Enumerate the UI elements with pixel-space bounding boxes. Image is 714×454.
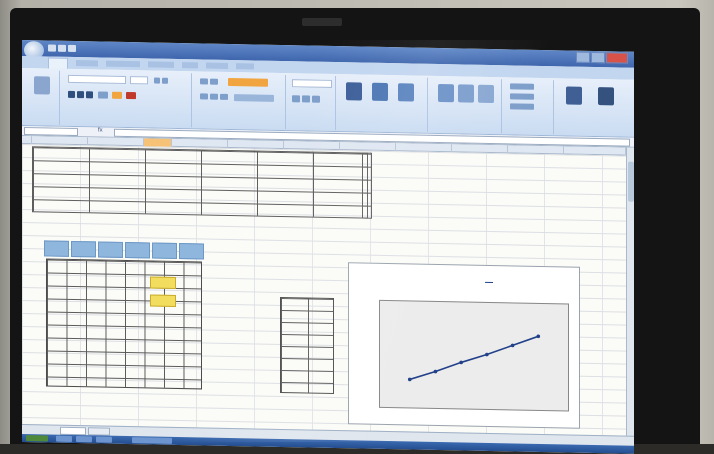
tab-data[interactable]	[182, 62, 198, 69]
tab-review[interactable]	[206, 62, 228, 69]
bold-icon[interactable]	[68, 90, 75, 99]
chart-object[interactable]	[348, 262, 580, 429]
close-button[interactable]	[606, 52, 628, 64]
cells-group-label	[430, 130, 501, 131]
font-group-label	[62, 123, 191, 125]
tab-formulas[interactable]	[148, 61, 174, 68]
maximize-button[interactable]	[591, 51, 605, 64]
editing-group-label	[556, 132, 630, 133]
align-top-icon[interactable]	[200, 78, 208, 85]
align-center-icon[interactable]	[210, 93, 218, 100]
shrink-font-icon[interactable]	[162, 77, 168, 84]
data-table-small	[280, 296, 334, 394]
styles-group-label	[338, 128, 427, 130]
grow-font-icon[interactable]	[154, 77, 160, 84]
header-cell	[98, 241, 123, 258]
format-as-table-icon[interactable]	[372, 82, 388, 102]
align-right-icon[interactable]	[220, 93, 228, 100]
font-name-select[interactable]	[68, 74, 126, 84]
header-cell	[152, 242, 177, 259]
find-select-icon[interactable]	[598, 87, 614, 106]
percent-icon[interactable]	[302, 95, 310, 103]
insert-cells-icon[interactable]	[438, 83, 454, 103]
tab-view[interactable]	[236, 63, 254, 70]
excel-window: fx	[22, 40, 634, 454]
highlighted-cell[interactable]	[150, 276, 176, 289]
bordered-table-top-edge	[362, 152, 372, 219]
legend-entry	[485, 280, 545, 287]
clipboard-group-label	[24, 122, 59, 123]
align-left-icon[interactable]	[200, 93, 208, 100]
borders-icon[interactable]	[98, 91, 108, 99]
plot-svg	[407, 334, 541, 382]
align-middle-icon[interactable]	[210, 78, 218, 85]
font-group	[62, 70, 192, 128]
clipboard-group	[24, 70, 60, 125]
highlighted-cell-2[interactable]	[150, 294, 176, 307]
header-cell	[125, 241, 150, 259]
editing-sum-group	[504, 79, 554, 135]
alignment-group-label	[194, 125, 285, 127]
bordered-table-top	[32, 146, 368, 219]
tab-home[interactable]	[48, 57, 68, 69]
header-cell	[44, 240, 69, 257]
window-controls	[576, 51, 628, 64]
redo-icon[interactable]	[68, 44, 76, 53]
data-table-main	[46, 258, 202, 390]
number-format-select[interactable]	[292, 79, 332, 88]
wrap-text-button[interactable]	[228, 77, 268, 87]
undo-icon[interactable]	[58, 44, 66, 52]
start-button[interactable]	[26, 435, 48, 442]
plot-area	[379, 299, 569, 412]
styles-group	[338, 76, 428, 132]
fx-icon[interactable]: fx	[98, 127, 110, 133]
paste-icon[interactable]	[34, 76, 50, 95]
editing-group	[556, 80, 630, 135]
photo-background: fx	[0, 0, 714, 454]
italic-icon[interactable]	[77, 91, 84, 99]
font-size-select[interactable]	[130, 76, 148, 85]
tab-page-layout[interactable]	[106, 60, 140, 68]
header-cell	[71, 240, 96, 258]
taskbar-item[interactable]	[76, 436, 92, 443]
scrollbar-thumb[interactable]	[628, 161, 634, 202]
header-band	[44, 240, 204, 260]
fill-color-icon[interactable]	[112, 91, 122, 99]
save-icon[interactable]	[48, 44, 56, 52]
minimize-button[interactable]	[576, 51, 590, 63]
legend-line-marker	[485, 282, 493, 284]
comma-icon[interactable]	[312, 95, 320, 103]
merge-center-button[interactable]	[234, 94, 274, 102]
clear-icon[interactable]	[510, 103, 534, 110]
header-cell	[179, 243, 204, 260]
select-all-corner[interactable]	[22, 136, 32, 145]
taskbar-item-excel[interactable]	[132, 437, 172, 444]
worksheet-grid[interactable]	[22, 144, 634, 436]
tab-insert[interactable]	[76, 60, 98, 67]
taskbar-item[interactable]	[96, 436, 112, 443]
window-title	[262, 48, 422, 51]
cell-styles-icon[interactable]	[398, 83, 414, 102]
vertical-scrollbar[interactable]	[626, 147, 634, 436]
series-line[interactable]	[409, 334, 539, 382]
sort-filter-icon[interactable]	[566, 86, 582, 105]
font-color-icon[interactable]	[126, 91, 136, 100]
format-cells-icon[interactable]	[478, 84, 494, 104]
underline-icon[interactable]	[86, 91, 93, 99]
delete-cells-icon[interactable]	[458, 84, 474, 103]
alignment-group	[194, 73, 286, 130]
chart-legend	[485, 280, 545, 287]
data-point[interactable]	[407, 377, 412, 382]
taskbar-item[interactable]	[56, 435, 72, 442]
number-group-label	[288, 127, 335, 128]
name-box[interactable]	[24, 127, 78, 137]
conditional-formatting-icon[interactable]	[346, 82, 362, 101]
number-group	[288, 75, 336, 131]
autosum-icon[interactable]	[510, 83, 534, 90]
monitor-logo	[302, 18, 342, 26]
currency-icon[interactable]	[292, 95, 300, 103]
cells-group	[430, 77, 502, 134]
fill-icon[interactable]	[510, 93, 534, 100]
